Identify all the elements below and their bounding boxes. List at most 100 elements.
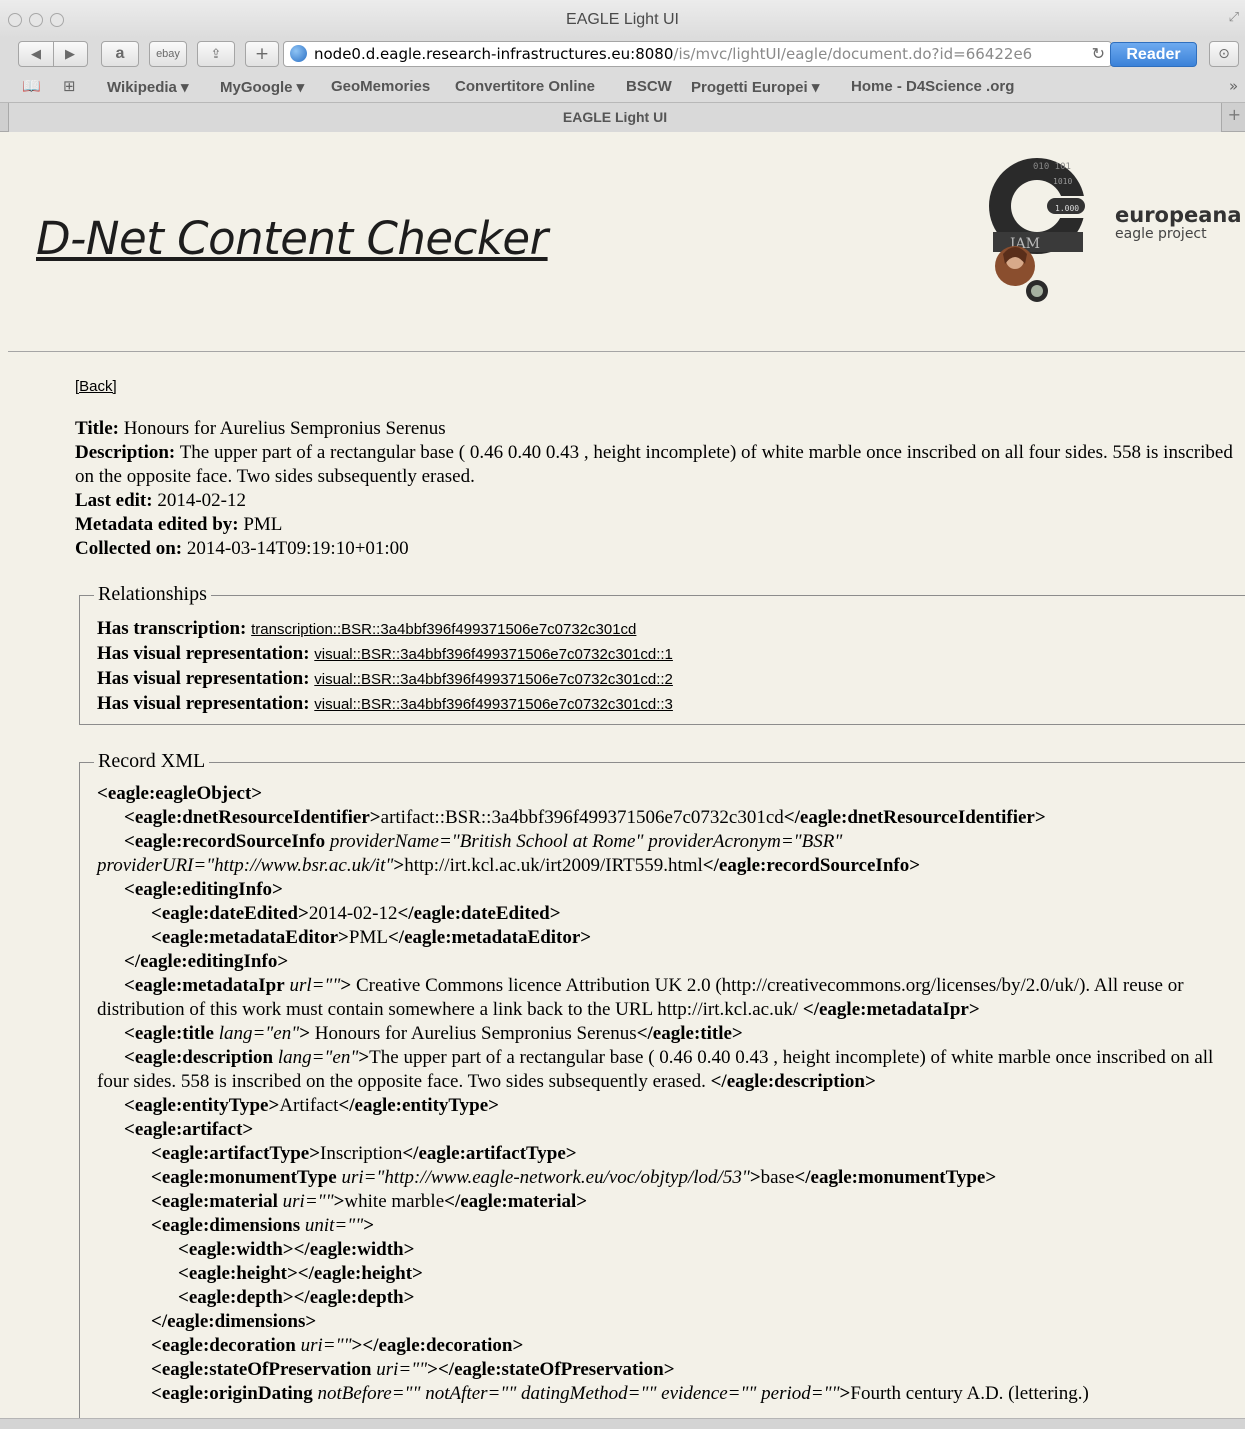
xml-line: <eagle:material uri="">white marble</eag… [151, 1191, 588, 1212]
bookmark-mygoogle[interactable]: MyGoogle ▾ [220, 78, 304, 96]
collected-label: Collected on: [75, 538, 183, 559]
relationships-fieldset: Relationships Has transcription: transcr… [79, 582, 1245, 725]
tab-bar: EAGLE Light UI + [0, 102, 1245, 132]
title-row: Title: Honours for Aurelius Sempronius S… [75, 417, 1245, 441]
relationship-row: Has visual representation: visual::BSR::… [97, 692, 673, 717]
xml-content: <eagle:eagleObject> <eagle:dnetResourceI… [97, 782, 1227, 1406]
relationship-label: Has visual representation: [97, 668, 310, 689]
xml-line: <eagle:metadataEditor>PML</eagle:metadat… [151, 927, 592, 948]
last-edit-row: Last edit: 2014-02-12 [75, 489, 1245, 513]
reader-button[interactable]: Reader [1110, 42, 1197, 67]
xml-line: <eagle:decoration uri=""></eagle:decorat… [151, 1335, 524, 1356]
xml-line: <eagle:dnetResourceIdentifier>artifact::… [124, 807, 1046, 828]
record-description: The upper part of a rectangular base ( 0… [75, 442, 1233, 487]
svg-text:1.000: 1.000 [1055, 204, 1079, 213]
xml-line: <eagle:width></eagle:width> [178, 1239, 415, 1260]
status-bar [0, 1418, 1245, 1429]
relationship-row: Has transcription: transcription::BSR::3… [97, 617, 673, 642]
visual-link-1[interactable]: visual::BSR::3a4bbf396f499371506e7c0732c… [314, 646, 673, 663]
relationships-legend: Relationships [94, 582, 211, 606]
record-title: Honours for Aurelius Sempronius Serenus [123, 418, 446, 439]
record-summary: Title: Honours for Aurelius Sempronius S… [75, 417, 1245, 561]
tab-eagle-light-ui[interactable]: EAGLE Light UI [8, 103, 1222, 132]
collected-row: Collected on: 2014-03-14T09:19:10+01:00 [75, 537, 1245, 561]
relationship-label: Has visual representation: [97, 693, 310, 714]
back-arrow-icon[interactable]: ◀ [19, 47, 53, 62]
fullscreen-icon[interactable]: ⤢ [1229, 10, 1239, 25]
visual-link-3[interactable]: visual::BSR::3a4bbf396f499371506e7c0732c… [314, 696, 673, 713]
xml-line: <eagle:description lang="en">The upper p… [97, 1047, 1214, 1092]
globe-icon [290, 45, 307, 62]
xml-line: <eagle:artifact> [124, 1119, 254, 1140]
record-xml-legend: Record XML [94, 749, 210, 773]
app-title[interactable]: D-Net Content Checker [36, 212, 548, 265]
xml-line: <eagle:eagleObject> [97, 783, 263, 804]
bookmark-progetti-europei[interactable]: Progetti Europei ▾ [691, 78, 819, 96]
reload-icon[interactable]: ↻ [1092, 42, 1105, 66]
bookmark-convertitore[interactable]: Convertitore Online [455, 78, 595, 95]
back-link[interactable]: [Back] [75, 378, 117, 395]
share-button[interactable]: ⇪ [197, 41, 235, 67]
window-titlebar: EAGLE Light UI ⤢ [0, 0, 1245, 38]
relationship-label: Has transcription: [97, 618, 247, 639]
edited-by-label: Metadata edited by: [75, 514, 239, 535]
forward-arrow-icon[interactable]: ▶ [53, 47, 87, 62]
download-icon: ⊙ [1218, 46, 1230, 62]
xml-line: <eagle:recordSourceInfo providerName="Br… [124, 831, 843, 852]
ebay-bookmark-button[interactable]: ebay [149, 41, 187, 67]
new-tab-plus-icon[interactable]: + [1228, 105, 1241, 124]
window-title: EAGLE Light UI [566, 11, 679, 28]
europeana-eagle-logo-icon: 010 101 1010 1.000 IAM [989, 158, 1085, 302]
description-row: Description: The upper part of a rectang… [75, 441, 1245, 489]
logo-text: europeana eagle project [1115, 204, 1242, 242]
edited-by-row: Metadata edited by: PML [75, 513, 1245, 537]
xml-line: <eagle:originDating notBefore="" notAfte… [151, 1383, 1089, 1404]
plus-icon: + [254, 44, 270, 64]
edited-by-value: PML [243, 514, 283, 535]
xml-line: <eagle:stateOfPreservation uri=""></eagl… [151, 1359, 675, 1380]
bookmark-bscw[interactable]: BSCW [626, 78, 672, 95]
logo-subtitle: eagle project [1115, 226, 1207, 242]
add-bookmark-button[interactable]: + [245, 41, 279, 67]
url-host: node0.d.eagle.research-infrastructures.e… [314, 45, 674, 63]
xml-line: <eagle:dimensions unit=""> [151, 1215, 375, 1236]
last-edit-label: Last edit: [75, 490, 153, 511]
bookmark-geomemories[interactable]: GeoMemories [331, 78, 430, 95]
browser-toolbar: ◀ ▶ a ebay ⇪ + node0.d.eagle.research-in… [0, 38, 1245, 72]
xml-line: </eagle:editingInfo> [124, 951, 289, 972]
amazon-bookmark-button[interactable]: a [101, 41, 139, 67]
reading-list-icon[interactable]: 📖 [22, 77, 41, 95]
header-divider [8, 351, 1245, 352]
record-xml-fieldset: Record XML <eagle:eagleObject> <eagle:dn… [79, 749, 1245, 1418]
svg-text:1010: 1010 [1053, 177, 1072, 186]
page-content: D-Net Content Checker 010 101 1010 1.000… [0, 132, 1245, 1418]
bookmark-wikipedia[interactable]: Wikipedia ▾ [107, 78, 189, 96]
bookmarks-overflow-icon[interactable]: » [1229, 77, 1238, 95]
last-edit-value: 2014-02-12 [157, 490, 246, 511]
xml-line: <eagle:dateEdited>2014-02-12</eagle:date… [151, 903, 561, 924]
xml-line: <eagle:height></eagle:height> [178, 1263, 423, 1284]
share-icon: ⇪ [210, 46, 222, 62]
xml-line: providerURI="http://www.bsr.ac.uk/it">ht… [97, 855, 921, 876]
url-path: /is/mvc/lightUI/eagle/document.do?id=664… [673, 45, 1033, 63]
amazon-icon: a [115, 45, 125, 62]
description-label: Description: [75, 442, 176, 463]
downloads-button[interactable]: ⊙ [1209, 41, 1239, 67]
top-sites-grid-icon[interactable]: ⊞ [63, 77, 76, 95]
xml-line: <eagle:artifactType>Inscription</eagle:a… [151, 1143, 577, 1164]
xml-line: <eagle:monumentType uri="http://www.eagl… [151, 1167, 997, 1188]
relationship-label: Has visual representation: [97, 643, 310, 664]
svg-text:010 101: 010 101 [1033, 162, 1071, 172]
visual-link-2[interactable]: visual::BSR::3a4bbf396f499371506e7c0732c… [314, 671, 673, 688]
collected-value: 2014-03-14T09:19:10+01:00 [186, 538, 409, 559]
xml-line: <eagle:metadataIpr url=""> Creative Comm… [97, 975, 1184, 1020]
title-label: Title: [75, 418, 119, 439]
bookmark-d4science[interactable]: Home - D4Science .org [851, 78, 1014, 95]
xml-line: <eagle:editingInfo> [124, 879, 283, 900]
address-bar[interactable]: node0.d.eagle.research-infrastructures.e… [283, 41, 1112, 67]
transcription-link[interactable]: transcription::BSR::3a4bbf396f499371506e… [251, 621, 636, 638]
logo-brand: europeana [1115, 203, 1242, 227]
xml-line: <eagle:title lang="en"> Honours for Aure… [124, 1023, 743, 1044]
xml-line: <eagle:depth></eagle:depth> [178, 1287, 415, 1308]
relationship-row: Has visual representation: visual::BSR::… [97, 667, 673, 692]
